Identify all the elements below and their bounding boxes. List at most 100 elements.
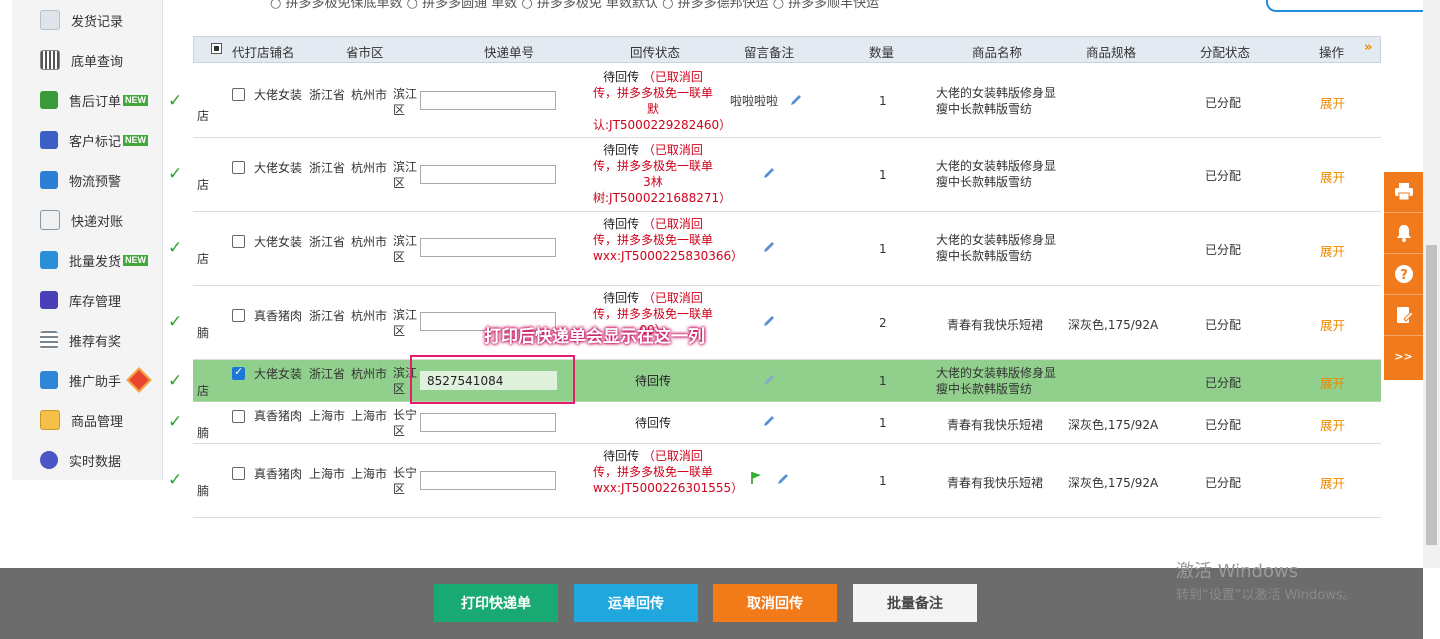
sidebar-item-referral[interactable]: 推荐有奖 [40,329,121,351]
shop-suffix: 店 [197,109,210,123]
header-region: 省市区 [346,45,384,60]
warehouse-icon [40,291,58,309]
red-envelope-icon[interactable] [126,367,152,393]
check-icon: ✓ [168,164,183,184]
table-row[interactable]: ✓ 腩 真香猪肉 上海市 上海市 长宁区 待回传 （已取消回传，拼多多极免一联单… [168,444,1381,518]
shop-suffix: 店 [197,178,210,192]
tracking-input[interactable] [420,165,556,184]
sidebar-item-realtime[interactable]: 实时数据 [40,449,121,471]
status-cell: 待回传 [593,415,713,431]
batch-note-button[interactable]: 批量备注 [853,584,977,622]
table-row[interactable]: ✓ 店 大佬女装 浙江省 杭州市 滨江区 待回传 （已取消回传，拼多多极免一联单… [168,63,1381,138]
top-right-button[interactable] [1266,0,1436,12]
status-text: 待回传 [634,416,671,430]
row-checkbox[interactable] [232,161,245,174]
assign-status: 已分配 [1205,376,1242,390]
sidebar-item-logistics-alert[interactable]: 物流预警 [40,169,121,191]
waybill-return-button[interactable]: 运单回传 [574,584,698,622]
assign-status: 已分配 [1205,169,1242,183]
expand-toolbar-button[interactable]: >> [1384,336,1423,376]
row-checkbox[interactable] [232,410,245,423]
edit-note-icon [1396,307,1414,323]
shop-suffix: 店 [197,252,210,266]
table-row[interactable]: ✓ 腩 真香猪肉 上海市 上海市 长宁区 待回传 1 青春有我快乐短裙 深灰色,… [168,402,1381,444]
sidebar-item-product[interactable]: 商品管理 [40,409,123,431]
status-cell: 待回传 [593,373,713,389]
shop-name: 真香猪肉 [254,409,303,423]
row-checkbox[interactable] [232,235,245,248]
pencil-icon[interactable] [762,373,776,387]
shipping-record-icon [40,10,60,30]
table-row[interactable]: ✓ 店 大佬女装 浙江省 杭州市 滨江区 待回传 （已取消回传，拼多多极免一联单… [168,212,1381,286]
sidebar-item-label: 推广助手 [69,374,122,390]
status-cell: 待回传 （已取消回传，拼多多极免一联单默认:JT5000229282460） [593,69,731,133]
expand-link[interactable]: 展开 [1320,473,1345,492]
new-badge: NEW [123,94,149,106]
pencil-icon[interactable] [776,472,790,486]
sidebar-item-receipt-query[interactable]: 底单查询 [40,49,123,71]
row-checkbox[interactable] [232,309,245,322]
check-icon: ✓ [168,238,183,258]
row-checkbox[interactable] [232,88,245,101]
table-row-selected[interactable]: ✓ 店 大佬女装 浙江省 杭州市 滨江区 待回传 1 大佬的女装韩版修身显瘦中长… [168,360,1381,402]
pencil-icon[interactable] [762,166,776,180]
expand-link[interactable]: 展开 [1320,315,1345,334]
print-waybill-button[interactable]: 打印快递单 [434,584,558,622]
edit-note-button[interactable] [1384,295,1423,336]
sidebar-item-label: 库存管理 [69,294,122,310]
expand-link[interactable]: 展开 [1320,373,1345,392]
chevron-down-icon[interactable]: » [1364,40,1372,55]
pencil-icon[interactable] [762,314,776,328]
notify-button[interactable] [1384,213,1423,254]
quantity: 1 [879,168,887,182]
header-tracking: 快递单号 [484,45,535,60]
assign-status: 已分配 [1205,243,1242,257]
sidebar-item-batch-ship[interactable]: 批量发货 NEW [40,249,149,271]
windows-activation-hint: 转到“设置”以激活 Windows。 [1176,588,1356,603]
tracking-input[interactable] [420,413,556,432]
quantity: 2 [879,316,887,330]
sidebar-item-after-sales[interactable]: 售后订单 NEW [40,89,149,111]
callout-highlight-box [410,355,575,404]
scrollbar-thumb[interactable] [1426,245,1437,545]
sidebar-item-promotion[interactable]: 推广助手 [40,367,152,393]
sidebar-item-label: 售后订单 [69,94,122,110]
table-row[interactable]: ✓ 腩 真香猪肉 浙江省 杭州市 滨江区 待回传 （已取消回传，拼多多极免一联单… [168,286,1381,360]
pencil-icon[interactable] [762,414,776,428]
status-text: 待回传 [603,291,640,305]
pencil-icon[interactable] [762,240,776,254]
vertical-scrollbar[interactable] [1423,0,1440,568]
sidebar-item-label: 快递对账 [71,214,124,230]
table-header: 代打店铺名 省市区 快递单号 回传状态 留言备注 数量 商品名称 商品规格 分配… [193,36,1381,63]
sidebar-item-label: 批量发货 [69,254,122,270]
help-button[interactable]: ? [1384,254,1423,295]
sidebar-item-customer-tag[interactable]: 客户标记 NEW [40,129,149,151]
tracking-input[interactable] [420,238,556,257]
status-cell: 待回传 （已取消回传，拼多多极免一联单3林树:JT5000221688271） [593,142,731,206]
expand-link[interactable]: 展开 [1320,241,1345,260]
carrier-filter-line[interactable]: ○ 拼多多极免保底单数 ○ 拼多多圆通 单数 ○ 拼多多极免 单数默认 ○ 拼多… [270,0,879,11]
expand-link[interactable]: 展开 [1320,93,1345,112]
sidebar-item-warehouse[interactable]: 库存管理 [40,289,121,311]
sidebar-item-label: 发货记录 [71,14,124,30]
bell-icon [1396,225,1411,242]
expand-link[interactable]: 展开 [1320,415,1345,434]
tracking-input[interactable] [420,471,556,490]
realtime-data-icon [40,451,58,469]
sidebar-item-reconcile[interactable]: 快递对账 [40,209,123,231]
assign-status: 已分配 [1205,476,1242,490]
tracking-input[interactable] [420,91,556,110]
cancel-return-button[interactable]: 取消回传 [713,584,837,622]
printer-button[interactable] [1384,172,1423,213]
row-checkbox[interactable] [232,365,245,380]
table-row[interactable]: ✓ 店 大佬女装 浙江省 杭州市 滨江区 待回传 （已取消回传，拼多多极免一联单… [168,138,1381,212]
expand-link[interactable]: 展开 [1320,167,1345,186]
product-spec: 深灰色,175/92A [1068,418,1159,432]
province: 浙江省 [309,161,346,175]
green-flag-icon[interactable] [749,471,763,485]
select-all-checkbox[interactable] [211,43,222,54]
header-assign: 分配状态 [1200,45,1251,60]
sidebar-item-shipping-record[interactable]: 发货记录 [40,9,123,31]
pencil-icon[interactable] [789,93,803,107]
row-checkbox[interactable] [232,467,245,480]
